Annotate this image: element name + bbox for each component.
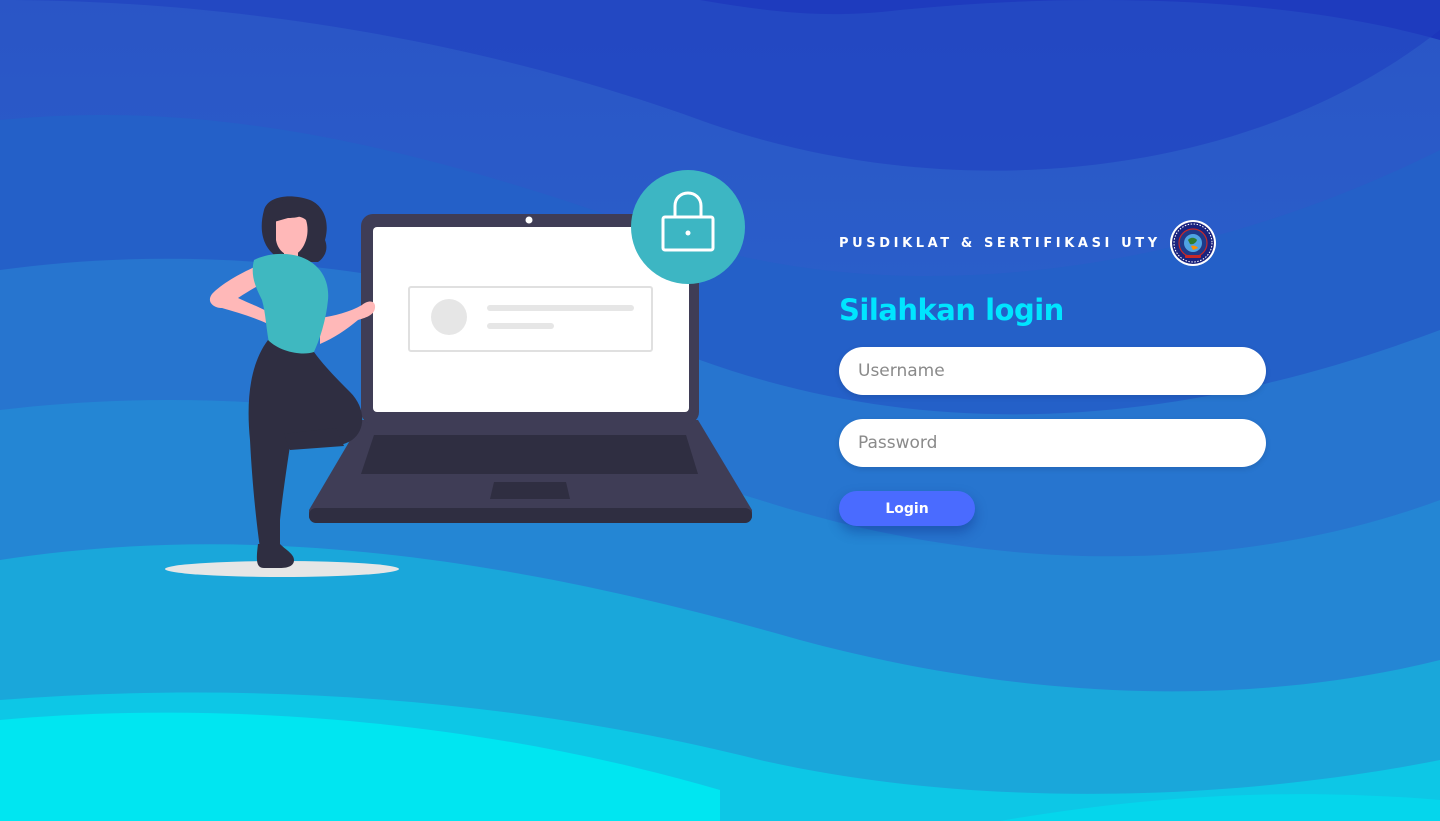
lock-badge [631,170,745,284]
laptop-camera [525,216,533,224]
university-seal-icon [1169,220,1216,266]
woman-shoe [256,544,294,568]
login-button[interactable]: Login [839,491,975,526]
login-panel: PUSDIKLAT & SERTIFIKASI UTY Silahkan log… [839,218,1269,526]
login-heading: Silahkan login [839,293,1064,327]
username-input[interactable] [839,347,1266,395]
password-input[interactable] [839,419,1266,467]
laptop-trackpad [490,482,570,499]
woman-shirt [252,253,329,359]
brand-name: PUSDIKLAT & SERTIFIKASI UTY [839,235,1161,251]
brand-row: PUSDIKLAT & SERTIFIKASI UTY [839,218,1269,268]
login-page: PUSDIKLAT & SERTIFIKASI UTY Silahkan log… [0,0,1440,821]
woman-laptop-illustration [165,170,752,577]
laptop-keyboard [361,435,698,474]
screen-avatar [431,299,467,335]
